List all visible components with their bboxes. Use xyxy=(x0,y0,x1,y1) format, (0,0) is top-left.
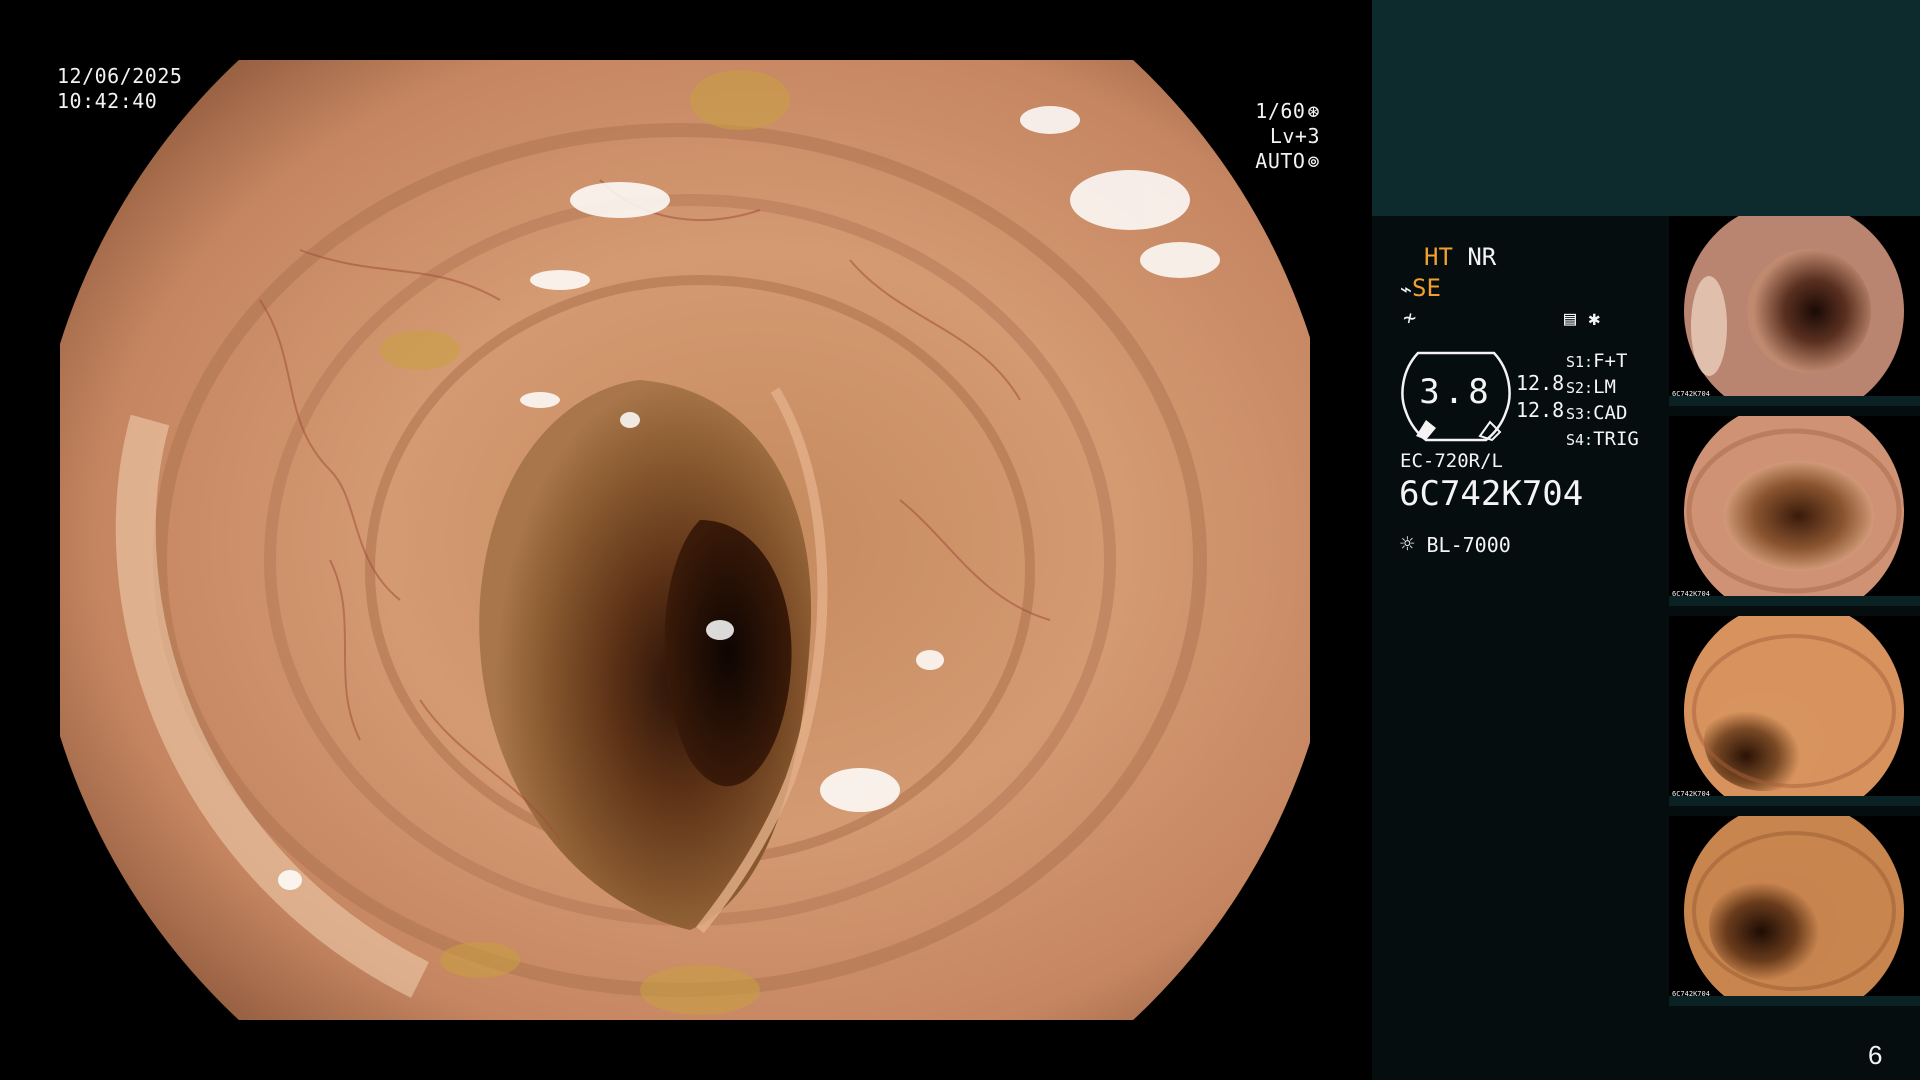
readout-a: 12.8 xyxy=(1516,371,1565,395)
overlay-exposure: 1/60 ⊛ Lv+3 AUTO ⊚ xyxy=(1195,99,1320,174)
colon-lumen-image xyxy=(60,60,1310,1020)
thumbnail-1[interactable]: 6C742K704 xyxy=(1669,216,1920,406)
readout-b: 12.8 xyxy=(1516,398,1565,422)
side-panel-header xyxy=(1372,0,1920,216)
scope-serial: 6C742K704 xyxy=(1399,474,1584,514)
switch-row-s3: S3:CAD xyxy=(1566,402,1628,424)
thumbnail-2-serial: 6C742K704 xyxy=(1672,590,1710,598)
se-icon: ⌁ xyxy=(1400,277,1413,301)
gauge-value: 3.8 xyxy=(1419,372,1493,412)
overlay-level: Lv+3 xyxy=(1269,124,1320,148)
gauge-readouts: 12.8 12.8 xyxy=(1516,370,1564,424)
record-icons: ▤ ✱ xyxy=(1564,306,1600,330)
overlay-time: 10:42:40 xyxy=(57,89,158,113)
overlay-datetime: 12/06/2025 10:42:40 xyxy=(57,64,182,114)
switch-row-s2: S2:LM xyxy=(1566,376,1616,398)
thumbnail-1-serial: 6C742K704 xyxy=(1672,390,1710,398)
overlay-date: 12/06/2025 xyxy=(57,64,183,88)
light-source-icon: ☼ xyxy=(1400,530,1415,558)
scope-model: EC-720R/L xyxy=(1400,450,1503,472)
switch-row-s4: S4:TRIG xyxy=(1566,428,1639,450)
switch-list: S1:F+T S2:LM S3:CAD S4:TRIG xyxy=(1566,349,1639,453)
memo-icon: ▤ xyxy=(1564,306,1577,330)
light-source-label: BL-7000 xyxy=(1426,533,1511,557)
thumbnail-3-serial: 6C742K704 xyxy=(1672,790,1710,798)
shutter-icon: ⊛ xyxy=(1307,99,1320,123)
overlay-mode: AUTO xyxy=(1255,149,1306,173)
page-number: 6 xyxy=(1868,1040,1883,1070)
thumbnail-4[interactable]: 6C742K704 xyxy=(1669,816,1920,1006)
se-row: ⌁SE xyxy=(1400,274,1441,302)
thumbnail-2[interactable]: 6C742K704 xyxy=(1669,416,1920,606)
iris-icon: ⊚ xyxy=(1307,149,1320,173)
ht-label: HT xyxy=(1424,243,1453,271)
structure-icon: ≁ xyxy=(1403,306,1417,331)
switch-row-s1: S1:F+T xyxy=(1566,350,1628,372)
asterisk-icon: ✱ xyxy=(1588,306,1601,330)
gauge-left-marker xyxy=(1416,420,1436,440)
light-source-row: ☼ BL-7000 xyxy=(1400,530,1511,558)
overlay-shutter: 1/60 xyxy=(1255,99,1306,123)
endoscope-main-view: 12/06/2025 10:42:40 1/60 ⊛ Lv+3 AUTO ⊚ xyxy=(0,0,1372,1080)
enhancement-row: HT NR xyxy=(1424,243,1496,271)
thumbnail-3[interactable]: 6C742K704 xyxy=(1669,616,1920,806)
thumbnail-4-serial: 6C742K704 xyxy=(1672,990,1710,998)
nr-label: NR xyxy=(1467,243,1497,271)
se-label: SE xyxy=(1412,274,1441,302)
